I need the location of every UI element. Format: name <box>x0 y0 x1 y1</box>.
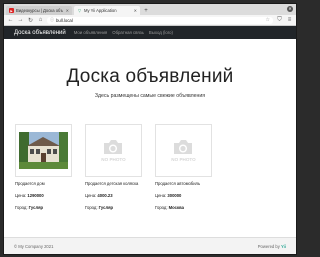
close-tab-icon[interactable]: ✕ <box>66 8 69 13</box>
browser-tab-1[interactable]: ▶ Видеокурсы | Доска объ ✕ <box>6 6 72 15</box>
hero-section: Доска объявлений Здесь размещены самые с… <box>4 39 296 115</box>
new-tab-button[interactable]: + <box>142 6 150 15</box>
listing-title: Продается детская коляска <box>85 181 139 186</box>
tab-title: Видеокурсы | Доска объ <box>16 8 63 13</box>
youtube-icon: ▶ <box>9 8 14 13</box>
window-close-button[interactable]: ✕ <box>287 6 293 12</box>
camera-icon <box>172 139 194 155</box>
listing-city: Город: Гусляр <box>85 205 114 210</box>
back-icon[interactable]: ← <box>7 17 14 24</box>
page-title: Доска объявлений <box>66 65 234 87</box>
url-bar[interactable]: ⓘ bull.local ☆ <box>47 16 273 24</box>
listing-city: Город: Москва <box>155 205 184 210</box>
listing-photo[interactable] <box>15 124 72 177</box>
copyright-text: © My Company 2021 <box>14 243 54 249</box>
listing-photo-placeholder[interactable]: NO PHOTO <box>155 124 212 177</box>
site-navbar: Доска объявлений Мои объявления Обратная… <box>4 26 296 39</box>
house-photo <box>19 132 68 169</box>
camera-icon <box>102 139 124 155</box>
forward-icon[interactable]: → <box>17 17 24 24</box>
site-brand[interactable]: Доска объявлений <box>14 30 66 36</box>
nav-feedback[interactable]: Обратная связь <box>112 30 144 35</box>
home-icon[interactable]: ⌂ <box>37 17 44 24</box>
close-tab-icon[interactable]: ✕ <box>134 8 137 13</box>
nav-my-ads[interactable]: Мои объявления <box>74 30 108 35</box>
menu-icon[interactable]: ≡ <box>286 17 293 24</box>
listing-price: Цена: 1290000 <box>15 193 44 198</box>
site-footer: © My Company 2021 Powered by Yii <box>4 237 296 254</box>
no-photo-label: NO PHOTO <box>171 157 196 162</box>
shield-icon[interactable]: ⛉ <box>276 17 283 24</box>
reload-icon[interactable]: ↻ <box>27 17 34 24</box>
yii-icon: ▽ <box>77 8 82 13</box>
bookmark-star-icon[interactable]: ☆ <box>266 17 270 23</box>
page-subtitle: Здесь размещены самые свежие объявления <box>94 92 206 99</box>
browser-tab-2[interactable]: ▽ My Yii Application ✕ <box>74 6 140 15</box>
info-icon[interactable]: ⓘ <box>50 17 54 23</box>
listing-price: Цена: 300000 <box>155 193 182 198</box>
yii-link[interactable]: Yii <box>281 244 286 249</box>
listing-card[interactable]: NO PHOTO Продается детская коляска Цена:… <box>85 124 142 210</box>
listing-photo-placeholder[interactable]: NO PHOTO <box>85 124 142 177</box>
listing-card[interactable]: NO PHOTO Продается автомобиль Цена: 3000… <box>155 124 212 210</box>
powered-by: Powered by Yii <box>257 243 286 249</box>
listing-grid: Продается дом Цена: 1290000 Город: Гусля… <box>4 124 296 210</box>
listing-card[interactable]: Продается дом Цена: 1290000 Город: Гусля… <box>15 124 72 210</box>
no-photo-label: NO PHOTO <box>101 157 126 162</box>
browser-window: ▶ Видеокурсы | Доска объ ✕ ▽ My Yii Appl… <box>3 3 297 255</box>
listing-price: Цена: 4000.23 <box>85 193 113 198</box>
listing-city: Город: Гусляр <box>15 205 44 210</box>
tab-title: My Yii Application <box>84 8 117 13</box>
address-toolbar: ← → ↻ ⌂ ⓘ bull.local ☆ ⛉ ≡ <box>4 15 296 26</box>
listing-title: Продается дом <box>15 181 45 186</box>
nav-logout[interactable]: Выход (loro) <box>149 30 173 35</box>
tab-strip: ▶ Видеокурсы | Доска объ ✕ ▽ My Yii Appl… <box>4 4 296 15</box>
url-text: bull.local <box>56 17 73 23</box>
listing-title: Продается автомобиль <box>155 181 201 186</box>
